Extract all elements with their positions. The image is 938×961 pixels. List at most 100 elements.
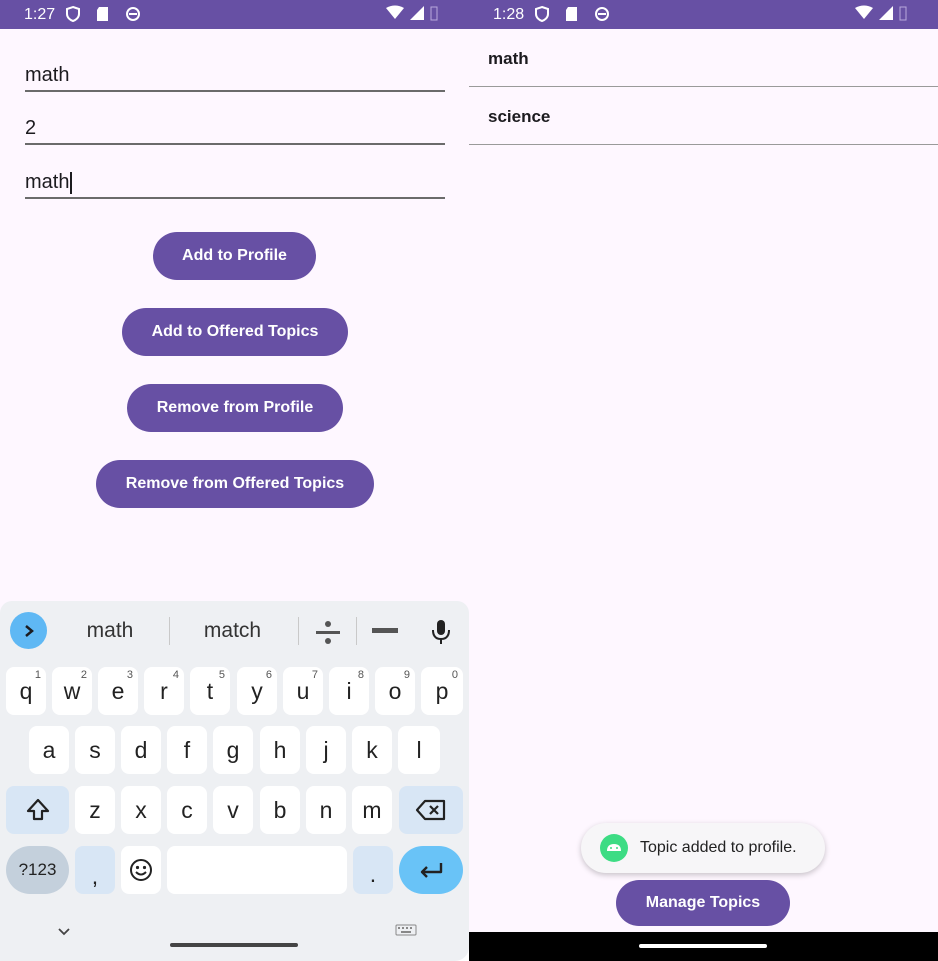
manage-topics-button[interactable]: Manage Topics <box>616 880 790 926</box>
key-g[interactable]: g <box>213 726 253 774</box>
hide-keyboard-icon[interactable] <box>57 927 71 937</box>
key-m[interactable]: m <box>352 786 392 834</box>
suggestion-divider <box>169 617 170 645</box>
key-r[interactable]: r4 <box>144 667 184 715</box>
key-o[interactable]: o9 <box>375 667 415 715</box>
key-hint: 1 <box>34 669 41 681</box>
key-label: y <box>251 677 263 704</box>
sync-icon <box>595 7 609 21</box>
emoji-key[interactable] <box>121 846 161 894</box>
key-hint: 8 <box>357 669 364 681</box>
navigation-bar <box>469 932 938 961</box>
key-a[interactable]: a <box>29 726 69 774</box>
key-h[interactable]: h <box>260 726 300 774</box>
key-f[interactable]: f <box>167 726 207 774</box>
key-label: r <box>160 677 168 704</box>
keyboard-switch-icon[interactable] <box>395 924 417 938</box>
emoji-icon <box>130 859 152 881</box>
offered-topic-value: math <box>25 171 70 193</box>
enter-icon <box>420 863 443 878</box>
key-label: o <box>388 677 402 704</box>
offered-topic-field[interactable]: math <box>25 167 445 199</box>
key-u[interactable]: u7 <box>283 667 323 715</box>
wifi-icon <box>855 5 873 19</box>
key-b[interactable]: b <box>260 786 300 834</box>
key-hint: 9 <box>403 669 410 681</box>
key-s[interactable]: s <box>75 726 115 774</box>
sd-card-icon <box>566 7 577 21</box>
voice-input-button[interactable] <box>430 618 452 651</box>
symbols-key[interactable]: ?123 <box>6 846 69 894</box>
gesture-handle[interactable] <box>639 944 767 948</box>
topic-label: science <box>488 107 551 126</box>
key-v[interactable]: v <box>213 786 253 834</box>
key-l[interactable]: l <box>398 726 440 774</box>
divide-icon <box>316 621 340 644</box>
status-bar: 1:28 <box>469 0 938 29</box>
add-to-offered-topics-button[interactable]: Add to Offered Topics <box>122 308 348 356</box>
period-key[interactable]: . <box>353 846 393 894</box>
key-j[interactable]: j <box>306 726 346 774</box>
remove-from-profile-button[interactable]: Remove from Profile <box>127 384 343 432</box>
key-c[interactable]: c <box>167 786 207 834</box>
key-k[interactable]: k <box>352 726 392 774</box>
key-hint: 5 <box>218 669 225 681</box>
key-label: w <box>63 677 81 704</box>
left-screen: 1:27 math 2 math Add to Profile Add to O… <box>0 0 469 961</box>
key-i[interactable]: i8 <box>329 667 369 715</box>
status-bar: 1:27 <box>0 0 469 29</box>
soft-keyboard: math match q1 w2 e3 r4 t5 y6 u7 i8 o9 p0… <box>0 601 469 961</box>
topic-list-item[interactable]: math <box>469 29 938 87</box>
comma-key[interactable]: , <box>75 846 115 894</box>
signal-icon <box>879 6 893 20</box>
key-z[interactable]: z <box>75 786 115 834</box>
backspace-icon <box>415 799 446 821</box>
key-hint: 7 <box>311 669 318 681</box>
key-n[interactable]: n <box>306 786 346 834</box>
key-q[interactable]: q1 <box>6 667 46 715</box>
topic-name-field[interactable]: math <box>25 60 445 92</box>
battery-icon <box>430 6 438 21</box>
level-value: 2 <box>25 117 37 139</box>
microphone-icon <box>432 620 450 644</box>
key-hint: 4 <box>172 669 179 681</box>
shift-key[interactable] <box>6 786 69 834</box>
gesture-handle[interactable] <box>170 943 298 947</box>
suggestion-1[interactable]: math <box>60 611 160 651</box>
status-time: 1:28 <box>493 6 525 23</box>
key-label: i <box>346 677 352 704</box>
space-key[interactable] <box>167 846 347 894</box>
key-t[interactable]: t5 <box>190 667 230 715</box>
suggestion-2[interactable]: match <box>180 611 285 651</box>
sync-icon <box>126 7 140 21</box>
wifi-icon <box>386 5 404 19</box>
text-cursor <box>70 171 73 194</box>
enter-key[interactable] <box>399 846 463 894</box>
toast-message: Topic added to profile. <box>581 823 825 873</box>
key-p[interactable]: p0 <box>421 667 463 715</box>
key-label: e <box>111 677 125 704</box>
key-w[interactable]: w2 <box>52 667 92 715</box>
toast-text: Topic added to profile. <box>640 839 797 856</box>
divide-symbol-suggestion[interactable] <box>313 619 343 652</box>
level-field[interactable]: 2 <box>25 113 445 145</box>
dash-symbol-suggestion[interactable] <box>372 628 398 633</box>
shield-icon <box>66 5 80 23</box>
backspace-key[interactable] <box>399 786 463 834</box>
remove-from-offered-topics-button[interactable]: Remove from Offered Topics <box>96 460 374 508</box>
add-to-profile-button[interactable]: Add to Profile <box>153 232 316 280</box>
shield-icon <box>535 5 549 23</box>
suggestion-divider <box>298 617 299 645</box>
topic-list-item[interactable]: science <box>469 87 938 145</box>
key-d[interactable]: d <box>121 726 161 774</box>
key-e[interactable]: e3 <box>98 667 138 715</box>
expand-toolbar-button[interactable] <box>10 612 47 649</box>
key-hint: 2 <box>80 669 87 681</box>
key-x[interactable]: x <box>121 786 161 834</box>
key-label: p <box>435 677 449 704</box>
key-hint: 0 <box>451 669 458 681</box>
key-y[interactable]: y6 <box>237 667 277 715</box>
battery-icon <box>899 6 907 21</box>
topic-name-value: math <box>25 64 70 86</box>
signal-icon <box>410 6 424 20</box>
